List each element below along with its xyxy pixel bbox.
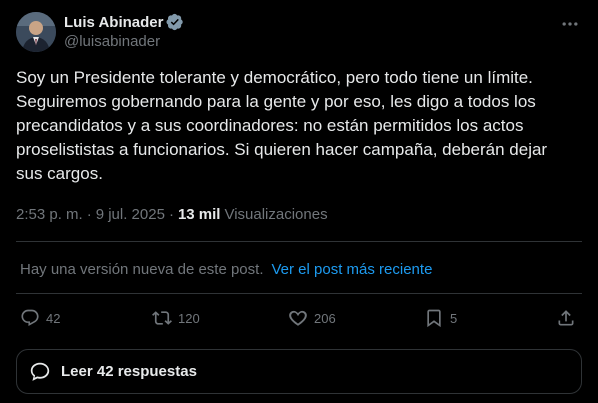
tweet-header: Luis Abinader @luisabinader [16, 12, 586, 56]
like-icon [289, 310, 307, 326]
reply-button[interactable]: 42 [20, 306, 60, 330]
repost-icon [152, 311, 172, 325]
like-button[interactable]: 206 [288, 306, 336, 330]
avatar-image [16, 12, 56, 52]
tweet-text: Soy un Presidente tolerante y democrátic… [16, 68, 548, 183]
tweet-meta: 2:53 p. m. · 9 jul. 2025 · 13 mil Visual… [16, 204, 328, 224]
bookmark-button[interactable]: 5 [424, 306, 457, 330]
like-count: 206 [314, 310, 336, 326]
divider [16, 241, 582, 242]
verified-badge-icon[interactable] [166, 13, 184, 31]
repost-button[interactable]: 120 [152, 306, 200, 330]
repost-count: 120 [178, 310, 200, 326]
divider [16, 293, 582, 294]
bookmark-count: 5 [450, 310, 458, 326]
edit-notice-text: Hay una versión nueva de este post. [20, 260, 264, 278]
bookmark-icon [427, 309, 441, 328]
action-bar: 42 120 206 5 [16, 306, 582, 330]
read-replies-label: Leer 42 respuestas [61, 363, 197, 380]
views-count: 13 mil [177, 205, 221, 223]
author-name[interactable]: Luis Abinader [64, 14, 163, 31]
tweet-date[interactable]: 9 jul. 2025 [96, 206, 165, 223]
author-handle[interactable]: @luisabinader [64, 33, 184, 50]
meta-separator: · [86, 205, 92, 223]
edit-notice: Hay una versión nueva de este post. Ver … [20, 259, 432, 279]
avatar[interactable] [16, 12, 56, 52]
read-replies-button[interactable]: Leer 42 respuestas [16, 349, 582, 394]
reply-count: 42 [46, 310, 61, 326]
views-label: Visualizaciones [224, 205, 328, 223]
speech-bubble-icon [30, 362, 50, 381]
more-icon[interactable] [560, 14, 580, 34]
share-icon [558, 310, 574, 326]
tweet-time[interactable]: 2:53 p. m. [16, 206, 83, 223]
share-button[interactable] [556, 306, 576, 330]
meta-separator: · [168, 205, 174, 223]
latest-post-link[interactable]: Ver el post más reciente [272, 261, 433, 278]
reply-icon [21, 309, 39, 326]
